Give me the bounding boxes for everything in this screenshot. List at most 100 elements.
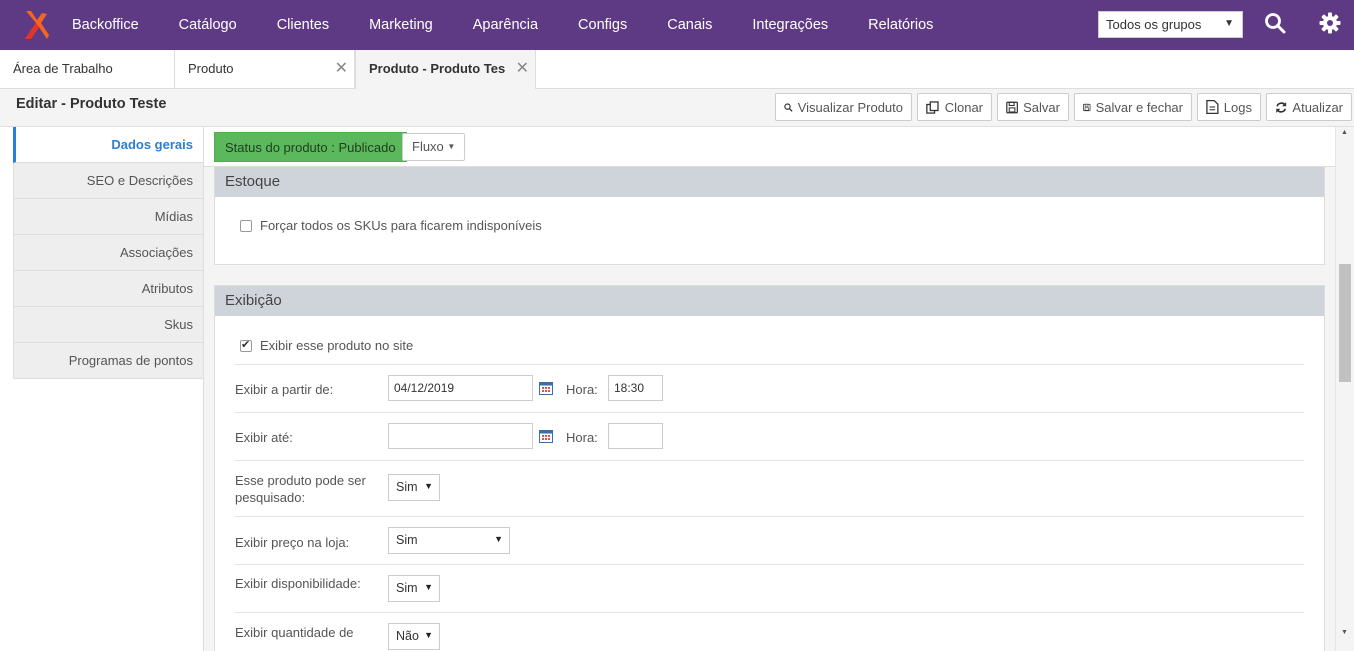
nav-relatorios[interactable]: Relatórios <box>848 0 953 50</box>
sidebar-item-skus[interactable]: Skus <box>13 307 203 343</box>
search-icon[interactable] <box>1264 12 1288 36</box>
until-hour-label: Hora: <box>566 430 598 445</box>
display-until-row: Exibir até: Hora: <box>235 412 1304 460</box>
display-from-row: Exibir a partir de: 04/12/2019 Hora: 18:… <box>235 364 1304 412</box>
chevron-down-icon: ▼ <box>424 481 433 491</box>
tab-area-de-trabalho[interactable]: Área de Trabalho <box>0 50 175 89</box>
gear-icon[interactable] <box>1319 12 1343 36</box>
chevron-down-icon: ▼ <box>424 582 433 592</box>
view-product-button[interactable]: Visualizar Produto <box>775 93 912 121</box>
clone-icon <box>926 100 939 114</box>
clone-label: Clonar <box>944 99 983 115</box>
nav-catalogo[interactable]: Catálogo <box>159 0 257 50</box>
display-until-label: Exibir até: <box>235 430 293 445</box>
show-price-row: Exibir preço na loja: Sim ▼ <box>235 516 1304 564</box>
clone-button[interactable]: Clonar <box>917 93 992 121</box>
document-icon <box>1206 99 1219 115</box>
stock-panel-title: Estoque <box>215 167 1324 197</box>
display-panel-title: Exibição <box>215 286 1324 316</box>
sidebar: Dados gerais SEO e Descrições Mídias Ass… <box>13 127 203 379</box>
show-availability-row: Exibir disponibilidade: Sim ▼ <box>235 564 1304 612</box>
flow-dropdown-button[interactable]: Fluxo ▼ <box>402 133 466 161</box>
search-icon <box>784 102 793 112</box>
save-and-close-button[interactable]: Salvar e fechar <box>1074 93 1192 121</box>
save-icon <box>1083 103 1091 111</box>
display-from-date-input[interactable]: 04/12/2019 <box>388 375 533 401</box>
searchable-value: Sim <box>396 480 418 494</box>
force-unavailable-label: Forçar todos os SKUs para ficarem indisp… <box>260 218 542 233</box>
brand-logo-icon[interactable] <box>12 0 60 50</box>
display-until-date-input[interactable] <box>388 423 533 449</box>
tab-produto-teste[interactable]: Produto - Produto Teste ✕ <box>355 50 536 90</box>
caret-down-icon: ▼ <box>447 142 456 151</box>
show-stock-qty-row: Exibir quantidade de Não ▼ <box>235 612 1304 651</box>
scroll-up-icon[interactable]: ▲ <box>1341 129 1348 136</box>
sidebar-item-atributos[interactable]: Atributos <box>13 271 203 307</box>
from-hour-label: Hora: <box>566 382 598 397</box>
product-status-badge[interactable]: Status do produto : Publicado <box>214 132 407 162</box>
force-unavailable-row: Forçar todos os SKUs para ficarem indisp… <box>240 218 542 233</box>
tab-label: Área de Trabalho <box>13 61 113 76</box>
top-navbar: Backoffice Catálogo Clientes Marketing A… <box>0 0 1354 50</box>
refresh-icon <box>1276 101 1287 113</box>
show-stock-qty-label: Exibir quantidade de <box>235 625 354 640</box>
sidebar-item-midias[interactable]: Mídias <box>13 199 203 235</box>
force-unavailable-checkbox[interactable] <box>240 219 252 232</box>
tab-label: Produto <box>188 61 234 76</box>
close-icon[interactable]: ✕ <box>335 50 348 87</box>
calendar-icon[interactable] <box>539 429 553 443</box>
status-bar: Status do produto : Publicado Fluxo ▼ <box>204 127 1335 167</box>
sidebar-item-seo[interactable]: SEO e Descrições <box>13 163 203 199</box>
logs-button[interactable]: Logs <box>1197 93 1261 121</box>
nav-clientes[interactable]: Clientes <box>257 0 349 50</box>
nav-backoffice[interactable]: Backoffice <box>60 0 159 50</box>
show-on-site-checkbox[interactable] <box>240 338 252 352</box>
nav-marketing[interactable]: Marketing <box>349 0 453 50</box>
searchable-row: Esse produto pode ser pesquisado: Sim ▼ <box>235 460 1304 516</box>
tab-label: Produto - Produto Teste <box>369 61 505 76</box>
scroll-thumb[interactable] <box>1339 264 1351 382</box>
chevron-down-icon: ▼ <box>424 630 433 640</box>
display-until-time-input[interactable] <box>608 423 663 449</box>
searchable-select[interactable]: Sim ▼ <box>388 474 440 501</box>
sidebar-item-dados-gerais[interactable]: Dados gerais <box>13 127 203 163</box>
flow-label: Fluxo <box>412 139 444 154</box>
show-on-site-label: Exibir esse produto no site <box>260 338 414 353</box>
stock-panel: Estoque Forçar todos os SKUs para ficare… <box>214 167 1325 265</box>
save-icon <box>1006 101 1018 113</box>
scroll-down-icon[interactable]: ▼ <box>1341 629 1348 636</box>
show-on-site-row: Exibir esse produto no site <box>240 338 413 353</box>
calendar-icon[interactable] <box>539 381 553 395</box>
show-availability-select[interactable]: Sim ▼ <box>388 575 440 602</box>
show-availability-value: Sim <box>396 581 418 595</box>
nav-canais[interactable]: Canais <box>647 0 732 50</box>
show-availability-label: Exibir disponibilidade: <box>235 576 361 591</box>
main-scrollbar[interactable]: ▲ ▼ <box>1335 127 1354 651</box>
close-icon[interactable]: ✕ <box>516 50 529 87</box>
show-stock-qty-select[interactable]: Não ▼ <box>388 623 440 650</box>
chevron-down-icon: ▼ <box>1224 18 1234 29</box>
save-label: Salvar <box>1023 99 1060 115</box>
save-button[interactable]: Salvar <box>997 93 1069 121</box>
show-price-select[interactable]: Sim ▼ <box>388 527 510 554</box>
view-product-label: Visualizar Produto <box>797 99 903 115</box>
sidebar-item-programas-de-pontos[interactable]: Programas de pontos <box>13 343 203 379</box>
refresh-button[interactable]: Atualizar <box>1266 93 1352 121</box>
main-content: Status do produto : Publicado Fluxo ▼ Es… <box>203 127 1335 651</box>
main-nav: Backoffice Catálogo Clientes Marketing A… <box>60 0 953 50</box>
page-title: Editar - Produto Teste <box>16 96 167 112</box>
show-stock-qty-value: Não <box>396 629 419 643</box>
show-price-label: Exibir preço na loja: <box>235 535 350 550</box>
title-toolbar: Editar - Produto Teste Visualizar Produt… <box>0 89 1354 127</box>
nav-aparencia[interactable]: Aparência <box>453 0 558 50</box>
sidebar-item-associacoes[interactable]: Associações <box>13 235 203 271</box>
refresh-label: Atualizar <box>1292 99 1343 115</box>
nav-integracoes[interactable]: Integrações <box>732 0 848 50</box>
searchable-label: Esse produto pode ser pesquisado: <box>235 473 366 505</box>
tab-produto[interactable]: Produto ✕ <box>175 50 355 89</box>
group-select[interactable]: Todos os grupos ▼ <box>1098 11 1243 38</box>
save-and-close-label: Salvar e fechar <box>1095 99 1183 115</box>
nav-configs[interactable]: Configs <box>558 0 647 50</box>
group-select-value: Todos os grupos <box>1106 17 1202 32</box>
display-from-time-input[interactable]: 18:30 <box>608 375 663 401</box>
